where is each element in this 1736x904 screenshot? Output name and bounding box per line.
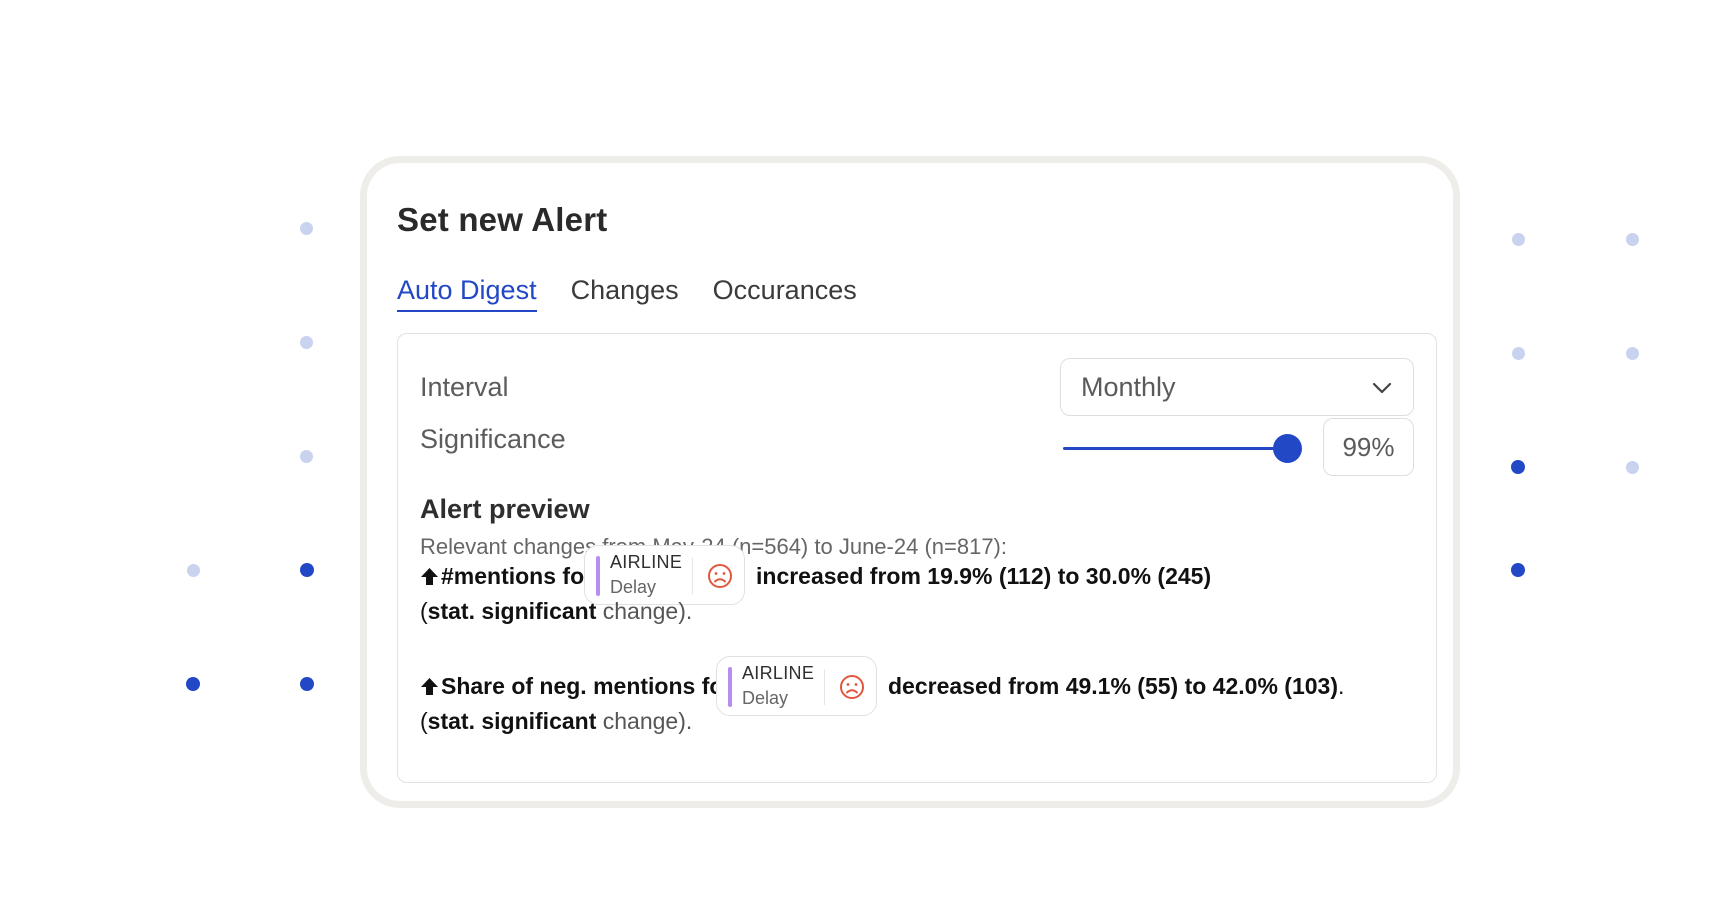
frown-face-icon [708,564,732,588]
chip-category: AIRLINE [610,552,683,572]
alert-preview-heading: Alert preview [420,494,590,524]
alert-change-1: increased from 19.9% (112) to 30.0% (245… [756,563,1211,590]
tab-auto-digest[interactable]: Auto Digest [397,275,537,312]
topic-chip[interactable]: AIRLINE Delay [716,656,877,716]
decor-dot [1626,461,1639,474]
alert-change-text: increased from 19.9% (112) to 30.0% (245… [756,563,1212,589]
note-rest: change). [596,598,693,624]
decor-dot [300,222,313,235]
decor-dot [1512,233,1525,246]
decor-dot [300,563,314,577]
decor-dot [300,450,313,463]
alert-card: Set new Alert Auto Digest Changes Occura… [360,156,1460,808]
significance-slider[interactable] [1063,434,1302,463]
tab-bar: Auto Digest Changes Occurances [397,275,891,312]
alert-note-1: (stat. significant change). [420,598,692,625]
alert-line-1: #mentions for [420,563,593,590]
decor-dot [300,677,314,691]
settings-panel: Interval Monthly Significance 99% Alert … [397,333,1437,783]
interval-value: Monthly [1081,372,1176,402]
alert-change-2: decreased from 49.1% (55) to 42.0% (103)… [888,673,1344,700]
decor-dot [1511,460,1525,474]
interval-select[interactable]: Monthly [1060,358,1414,416]
alert-lead: Share of neg. mentions for [441,673,733,699]
alert-lead: #mentions for [441,563,594,589]
alert-line-2: Share of neg. mentions for [420,673,732,700]
chip-color-bar [596,556,600,596]
alert-trailing: . [1337,673,1345,699]
alert-change-text: decreased from 49.1% (55) to 42.0% (103) [888,673,1338,699]
note-open: ( [420,708,428,734]
chip-divider [824,669,825,705]
chip-divider [692,558,693,594]
arrow-up-icon [421,678,438,695]
alert-note-2: (stat. significant change). [420,708,692,735]
decor-dot [1512,347,1525,360]
note-open: ( [420,598,428,624]
slider-fill [1063,447,1287,450]
interval-label: Interval [420,372,509,402]
chip-topic: Delay [610,577,657,597]
decor-dot [1511,563,1525,577]
arrow-up-icon [421,568,438,585]
decor-dot [1626,347,1639,360]
decor-dot [186,677,200,691]
decor-dot [187,564,200,577]
decor-dot [300,336,313,349]
significance-label: Significance [420,424,566,454]
note-significance: stat. significant [427,708,597,734]
frown-face-icon [840,675,864,699]
tab-changes[interactable]: Changes [571,275,679,312]
page-title: Set new Alert [397,201,608,238]
tab-occurances[interactable]: Occurances [713,275,857,312]
chip-topic: Delay [742,688,789,708]
chevron-down-icon [1372,382,1392,394]
slider-thumb[interactable] [1272,434,1302,463]
chip-color-bar [728,667,732,707]
significance-value-field[interactable]: 99% [1323,418,1414,476]
note-significance: stat. significant [427,598,597,624]
topic-chip[interactable]: AIRLINE Delay [584,545,745,605]
note-rest: change). [596,708,693,734]
chip-category: AIRLINE [742,663,815,683]
decor-dot [1626,233,1639,246]
